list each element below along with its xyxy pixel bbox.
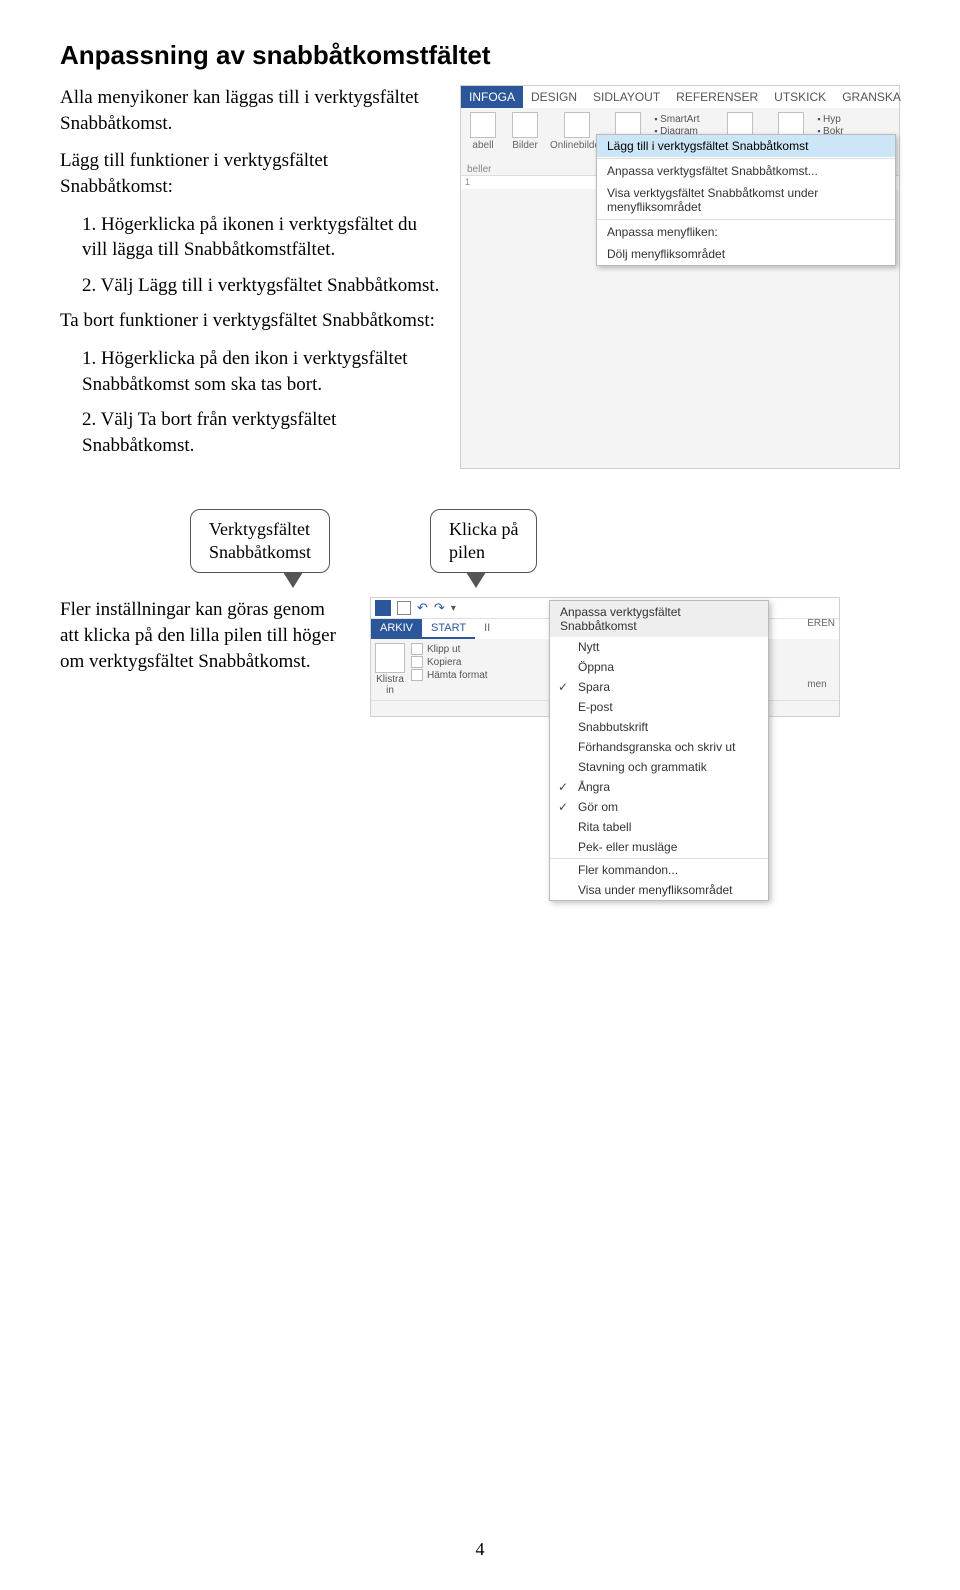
qat-item-gorom[interactable]: Gör om (550, 797, 768, 817)
tab-arkiv[interactable]: ARKIV (371, 619, 422, 639)
tab-granska[interactable]: GRANSKA (834, 86, 909, 108)
qat-undo-icon[interactable]: ↶ (417, 600, 428, 616)
qat-item-flerkommandon[interactable]: Fler kommandon... (550, 860, 768, 880)
ctx-show-below-ribbon[interactable]: Visa verktygsfältet Snabbåtkomst under m… (597, 182, 895, 218)
qat-item-forhandsgranska[interactable]: Förhandsgranska och skriv ut (550, 737, 768, 757)
formatpainter-item[interactable]: Hämta format (411, 669, 488, 681)
callout-qat-text: Verktygsfältet Snabbåtkomst (209, 519, 311, 562)
ctx-customize-qat[interactable]: Anpassa verktygsfältet Snabbåtkomst... (597, 160, 895, 182)
right-fragment: EREN men (807, 618, 835, 690)
ctx-customize-ribbon[interactable]: Anpassa menyfliken: (597, 221, 895, 243)
remove-heading: Ta bort funktioner i verktygsfältet Snab… (60, 308, 442, 334)
paste-button[interactable]: Klistra in (375, 643, 405, 696)
group-tabell[interactable]: abell (463, 112, 503, 151)
page-number: 4 (476, 1539, 485, 1560)
group-tabell-label: abell (472, 140, 493, 151)
add-step-1: 1. Högerklicka på ikonen i verktygsfälte… (82, 212, 442, 263)
tab-utskick[interactable]: UTSKICK (766, 86, 834, 108)
qat-save-icon[interactable] (397, 601, 411, 615)
qat-menu-title: Anpassa verktygsfältet Snabbåtkomst (550, 601, 768, 637)
qat-item-angra[interactable]: Ångra (550, 777, 768, 797)
cut-item[interactable]: Klipp ut (411, 643, 488, 655)
paste-label: Klistra in (376, 674, 404, 696)
copy-icon (411, 656, 423, 668)
qat-item-pekmus[interactable]: Pek- eller musläge (550, 837, 768, 857)
qat-item-spara[interactable]: Spara (550, 677, 768, 697)
tab-fragment[interactable]: II (475, 619, 499, 639)
add-heading: Lägg till funktioner i verktygsfältet Sn… (60, 148, 442, 199)
tab-referenser[interactable]: REFERENSER (668, 86, 766, 108)
remove-step-2: 2. Välj Ta bort från verktygsfältet Snab… (82, 407, 442, 458)
group-bilder-label: Bilder (512, 140, 538, 151)
qat-dropdown-icon[interactable]: ▾ (451, 603, 456, 614)
qat-item-epost[interactable]: E-post (550, 697, 768, 717)
context-menu: Lägg till i verktygsfältet Snabbåtkomst … (596, 134, 896, 266)
hyperlink-item[interactable]: Hyp (817, 114, 843, 125)
qat-item-snabbutskrift[interactable]: Snabbutskrift (550, 717, 768, 737)
remove-step-1: 1. Högerklicka på den ikon i verktygsfäl… (82, 346, 442, 397)
callout-qat: Verktygsfältet Snabbåtkomst (190, 509, 330, 574)
qat-item-ritatabell[interactable]: Rita tabell (550, 817, 768, 837)
callout-arrow-text: Klicka på pilen (449, 519, 518, 562)
qat-item-visaunder[interactable]: Visa under menyfliksområdet (550, 880, 768, 900)
qat-customize-menu: Anpassa verktygsfältet Snabbåtkomst Nytt… (549, 600, 769, 901)
cut-icon (411, 643, 423, 655)
ribbon-screenshot-1: INFOGA DESIGN SIDLAYOUT REFERENSER UTSKI… (460, 85, 900, 469)
ribbon-screenshot-2: ↶ ↷ ▾ ARKIV START II Klistra in Klipp ut… (370, 597, 840, 717)
qat-item-oppna[interactable]: Öppna (550, 657, 768, 677)
more-settings-text: Fler inställningar kan göras genom att k… (60, 597, 340, 717)
qat-item-nytt[interactable]: Nytt (550, 637, 768, 657)
qat-item-stavning[interactable]: Stavning och grammatik (550, 757, 768, 777)
tab-start[interactable]: START (422, 619, 475, 639)
formatpainter-icon (411, 669, 423, 681)
copy-label: Kopiera (427, 657, 461, 668)
formatpainter-label: Hämta format (427, 670, 488, 681)
smartart-item[interactable]: SmartArt (654, 114, 704, 125)
right-frag-1: EREN (807, 618, 835, 629)
copy-item[interactable]: Kopiera (411, 656, 488, 668)
tab-infoga[interactable]: INFOGA (461, 86, 523, 108)
onlinepictures-icon (564, 112, 590, 138)
page-heading: Anpassning av snabbåtkomstfältet (60, 40, 900, 71)
table-icon (470, 112, 496, 138)
clipboard-items: Klipp ut Kopiera Hämta format (411, 643, 488, 696)
add-step-2: 2. Välj Lägg till i verktygsfältet Snabb… (82, 273, 442, 299)
ctx-collapse-ribbon[interactable]: Dölj menyfliksområdet (597, 243, 895, 265)
cut-label: Klipp ut (427, 644, 460, 655)
intro-text: Alla menyikoner kan läggas till i verkty… (60, 85, 442, 136)
ruler-mark: 1 (465, 177, 470, 187)
paste-icon (375, 643, 405, 673)
right-frag-2: men (807, 679, 835, 690)
pictures-icon (512, 112, 538, 138)
tab-sidlayout[interactable]: SIDLAYOUT (585, 86, 668, 108)
word-icon (375, 600, 391, 616)
ctx-add-to-qat[interactable]: Lägg till i verktygsfältet Snabbåtkomst (597, 135, 895, 157)
tab-design[interactable]: DESIGN (523, 86, 585, 108)
group-bilder[interactable]: Bilder (505, 112, 545, 151)
qat-redo-icon[interactable]: ↷ (434, 600, 445, 616)
ribbon1-tabs: INFOGA DESIGN SIDLAYOUT REFERENSER UTSKI… (461, 86, 899, 108)
callout-arrow: Klicka på pilen (430, 509, 537, 574)
